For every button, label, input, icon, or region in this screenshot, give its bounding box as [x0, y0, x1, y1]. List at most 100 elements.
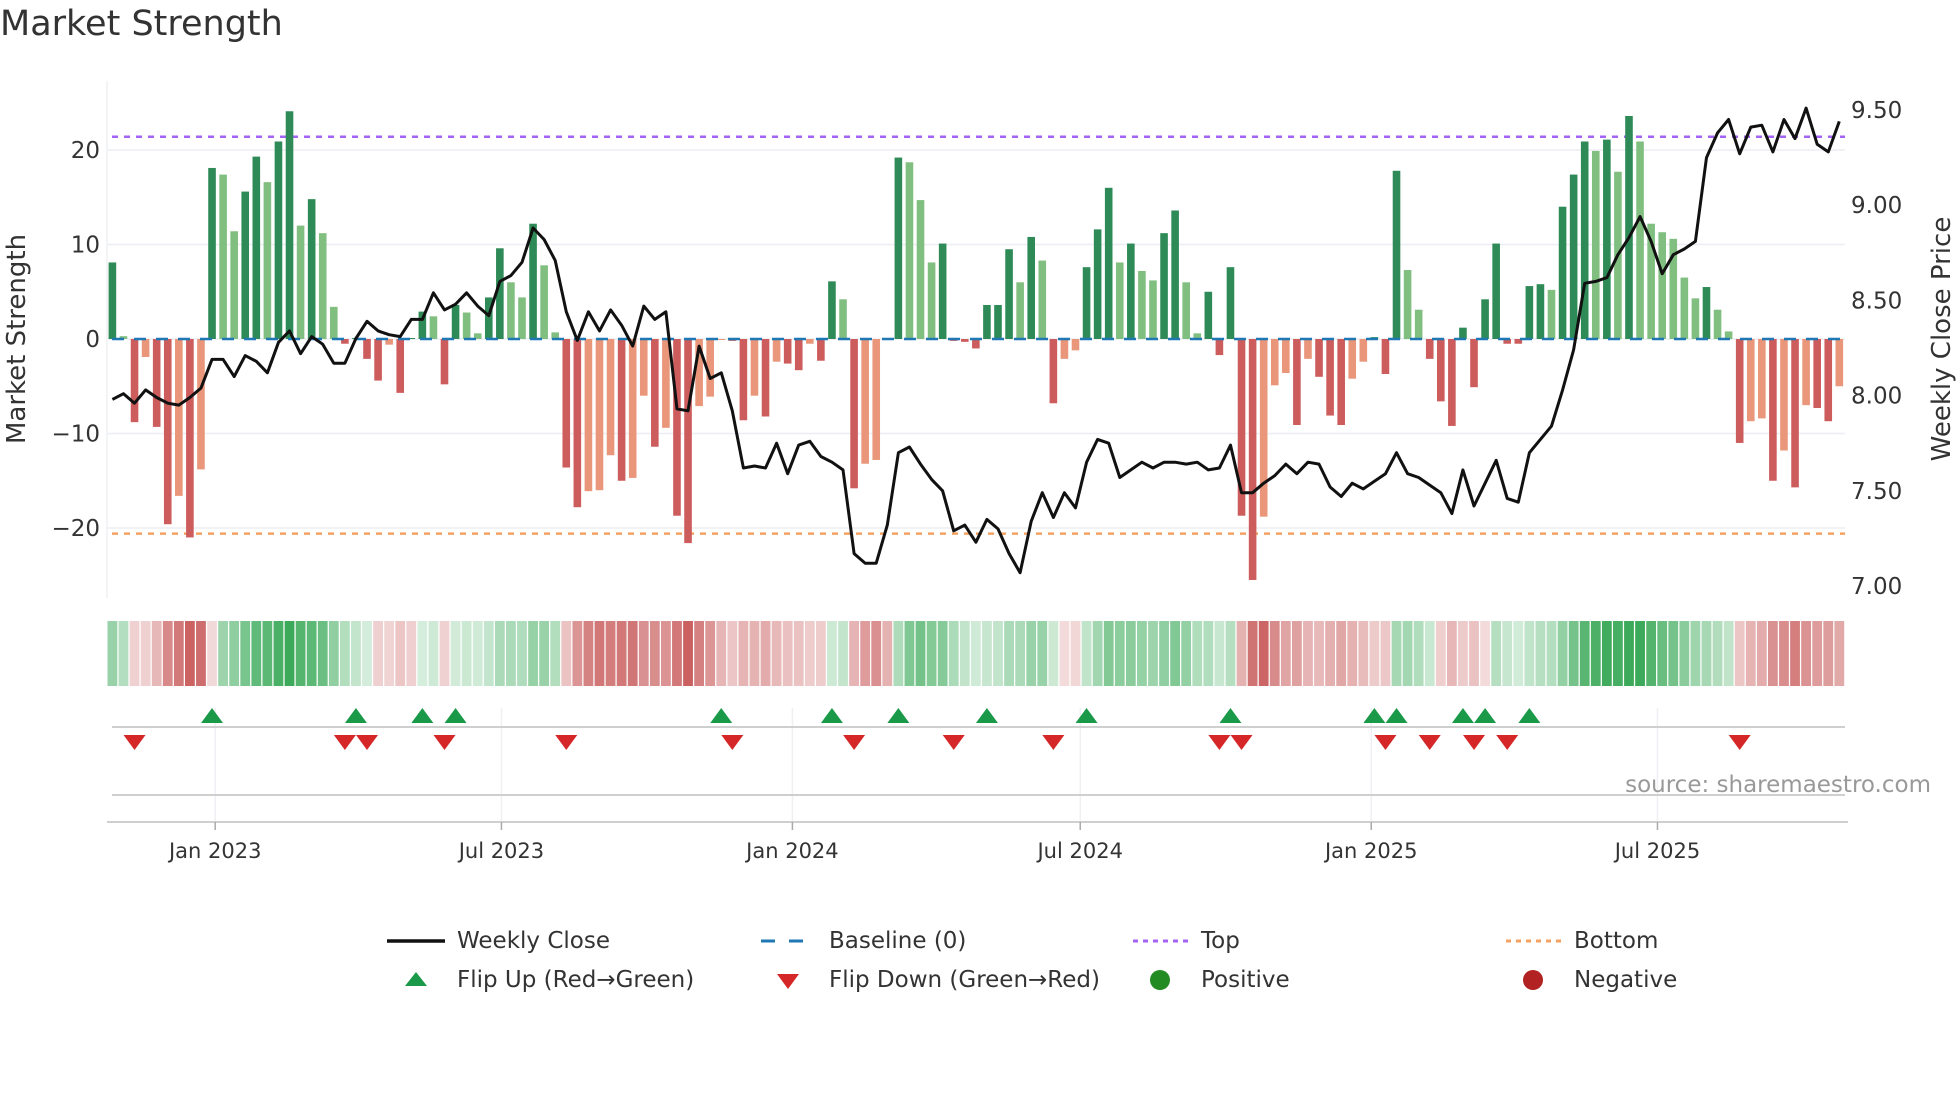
heat-strip-cell [1314, 621, 1324, 686]
strength-bar [1580, 141, 1589, 339]
strength-bar [141, 339, 150, 357]
strength-bar [673, 339, 681, 516]
heat-strip-cell [583, 621, 594, 686]
flip-down-marker [356, 735, 379, 750]
strength-bar [983, 304, 991, 339]
strength-bar [960, 339, 969, 342]
strength-bar [1259, 339, 1268, 517]
y2-axis-title: Weekly Close Price [1927, 217, 1957, 462]
heat-strip-cell [849, 621, 859, 686]
strength-bar [839, 299, 847, 339]
flip-up-marker [1219, 708, 1242, 723]
heat-strip-cell [838, 621, 848, 686]
flip-up-marker [1363, 708, 1386, 723]
strength-bar [1425, 339, 1434, 359]
heat-strip-cell [406, 621, 417, 686]
strength-bar [1270, 339, 1279, 386]
heat-strip-cell [196, 621, 206, 686]
strength-bar [1680, 277, 1689, 339]
strength-bar [263, 182, 272, 339]
heat-strip-cell [594, 621, 605, 686]
y2-tick-label: 7.00 [1851, 574, 1902, 600]
heat-strip-cell [129, 621, 140, 686]
heat-strip-cell [506, 621, 516, 686]
heat-strip-cell [1624, 621, 1634, 686]
heat-strip-cell [1247, 621, 1258, 686]
strength-bar [1149, 280, 1157, 339]
heat-strip-cell [1059, 621, 1070, 686]
strength-bar [1769, 339, 1777, 481]
heat-strip-cell [904, 621, 915, 686]
heat-strip-cell [1402, 621, 1413, 686]
heat-strip-cell [1690, 621, 1701, 686]
strength-bar [1813, 339, 1821, 408]
heat-strip-cell [815, 621, 826, 686]
x-tick-label: Jul 2024 [1035, 839, 1122, 863]
source-label: source: sharemaestro.com [1625, 772, 1931, 798]
strength-bar [296, 225, 305, 339]
heat-strip-cell [1391, 621, 1402, 686]
heat-strip-cell [1037, 621, 1048, 686]
heat-strip-cell [1369, 621, 1380, 686]
strength-bar [318, 233, 327, 339]
heat-strip-cell [993, 621, 1003, 686]
heat-strip-cell [1812, 621, 1823, 686]
strength-bar [1282, 339, 1290, 374]
flip-down-marker [1496, 735, 1519, 750]
strength-bar [108, 262, 117, 339]
flip-down-marker [843, 735, 866, 750]
flip-up-marker [1451, 708, 1474, 723]
strength-bar [1337, 339, 1345, 425]
heat-strip-cell [1103, 621, 1114, 686]
y2-tick-label: 8.00 [1851, 384, 1902, 410]
flip-down-marker [1728, 735, 1751, 750]
heat-strip-cell [1358, 621, 1369, 686]
strength-bar [828, 281, 836, 339]
heat-strip-cell [107, 621, 118, 686]
strength-bar [662, 339, 670, 428]
heat-strip-cell [1668, 621, 1679, 686]
y-axis-title: Market Strength [2, 234, 32, 444]
y-tick-label: 0 [85, 327, 100, 353]
heat-strip-cell [328, 621, 339, 686]
flip-down-marker [433, 735, 456, 750]
heat-strip-cell [1380, 621, 1391, 686]
heat-strip-cell [1291, 621, 1302, 686]
strength-bar [1082, 267, 1091, 339]
strength-bar [1713, 309, 1722, 339]
heat-strip-cell [1756, 621, 1767, 686]
strength-bar [994, 304, 1002, 339]
heat-strip-cell [793, 621, 804, 686]
strength-bar [595, 339, 604, 491]
heat-strip-cell [1579, 621, 1590, 686]
y-tick-label: −20 [51, 516, 100, 542]
strength-bar [1780, 339, 1788, 451]
strength-bar [1746, 339, 1755, 422]
strength-bar [1525, 286, 1534, 339]
heat-strip-cell [1779, 621, 1789, 686]
strength-bar [684, 339, 692, 544]
flip-up-marker [1385, 708, 1408, 723]
flip-up-marker [710, 708, 733, 723]
heat-strip-cell [705, 621, 716, 686]
heat-strip-cell [638, 621, 649, 686]
strength-bar [1315, 339, 1323, 377]
heat-strip-cell [251, 621, 262, 686]
strength-bar [374, 339, 382, 381]
strength-bar [1691, 298, 1700, 339]
heat-strip-cell [1590, 621, 1601, 686]
strength-bar [573, 339, 582, 508]
strength-bar [285, 111, 294, 339]
strength-bar [163, 339, 172, 525]
strength-bar [1603, 139, 1611, 339]
strength-bar [1071, 339, 1080, 351]
heat-strip-cell [871, 621, 882, 686]
strength-bar [1359, 339, 1368, 362]
strength-bar [252, 156, 261, 339]
heat-strip-cell [827, 621, 837, 686]
strength-bar [1392, 170, 1401, 339]
strength-bar [894, 157, 903, 339]
strength-bar [872, 339, 881, 460]
heat-strip-cell [417, 621, 428, 686]
heat-strip-cell [915, 621, 926, 686]
